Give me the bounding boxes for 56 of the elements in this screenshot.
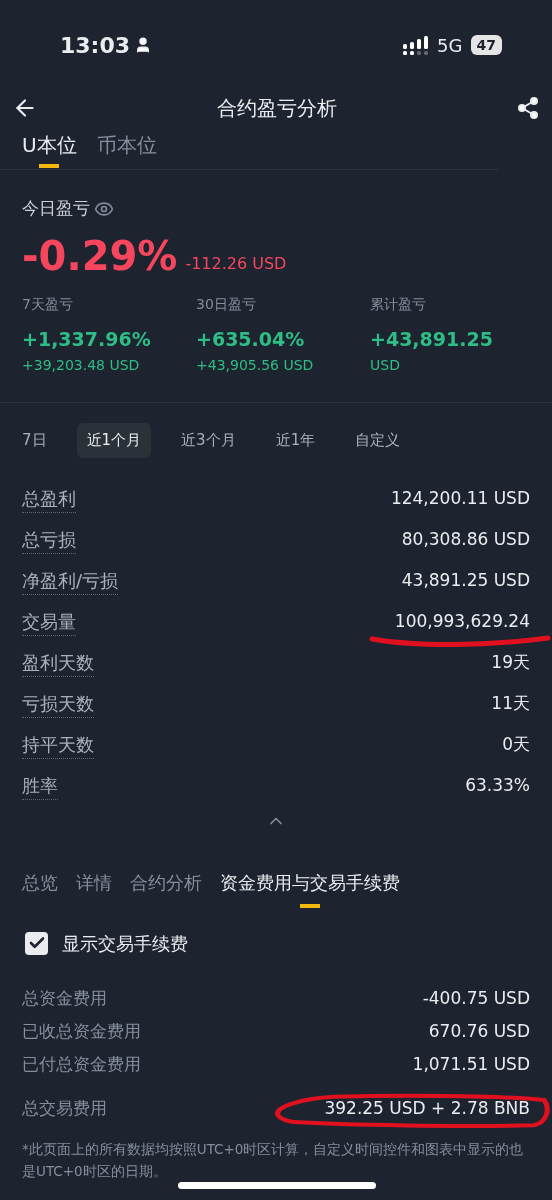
fee-label: 已付总资金费用 [22,1053,141,1077]
summary-label: 30日盈亏 [196,294,256,314]
stat-value: 43,891.25 USD [401,569,530,593]
stat-value: 100,993,629.24 [394,610,530,634]
stat-label: 净盈利/亏损 [22,567,119,595]
stat-value: 19天 [491,651,530,675]
section-tab[interactable]: 详情 [76,868,112,908]
summary-label: 累计盈亏 [370,294,426,314]
section-tab[interactable]: 总览 [22,868,58,908]
today-pnl-label: 今日盈亏 [22,197,90,220]
summary-sub: +43,905.56 USD [196,356,315,375]
section-tab[interactable]: 资金费用与交易手续费 [220,868,400,908]
summary-value: +1,337.96% [22,326,152,352]
section-tab[interactable]: 合约分析 [130,868,202,908]
period-tab[interactable]: 近3个月 [171,423,246,458]
summary-label: 7天盈亏 [22,294,73,314]
summary-value: +635.04% [196,326,306,352]
battery-indicator: 47 [470,35,502,55]
checkbox[interactable] [25,931,48,955]
summary-value: +43,891.25 [370,326,494,352]
period-tab[interactable]: 7日 [12,423,57,458]
today-pnl-percent: -0.29% [22,231,178,280]
stat-label: 盈利天数 [22,649,94,677]
share-icon[interactable] [516,96,540,120]
fee-value: 392.25 USD + 2.78 BNB [324,1096,530,1120]
stat-value: 0天 [502,733,530,757]
network-label: 5G [437,33,463,58]
checkbox-label: 显示交易手续费 [62,931,188,956]
unit-tab[interactable]: 币本位 [96,126,157,169]
period-tab[interactable]: 自定义 [345,423,411,458]
today-pnl-amount: -112.26 USD [185,252,287,275]
fee-value: 1,071.51 USD [412,1053,530,1077]
stat-label: 亏损天数 [22,690,94,718]
stat-value: 80,308.86 USD [401,528,530,552]
stat-value: 124,200.11 USD [390,487,530,511]
summary-sub: +39,203.48 USD [22,356,141,375]
page-title: 合约盈亏分析 [217,95,337,122]
fee-label: 总资金费用 [22,987,107,1011]
period-tab[interactable]: 近1年 [265,423,326,458]
stat-label: 总亏损 [22,526,76,554]
unit-tab[interactable]: U本位 [22,126,77,169]
fee-value: -400.75 USD [422,987,530,1011]
fee-label: 已收总资金费用 [22,1020,141,1044]
stat-label: 胜率 [22,772,58,800]
period-tab[interactable]: 近1个月 [76,423,152,458]
status-time: 13:03 [60,31,131,60]
stat-value: 63.33% [465,774,530,798]
stat-label: 交易量 [22,608,76,636]
stat-label: 持平天数 [22,731,94,759]
fee-value: 670.76 USD [428,1020,530,1044]
summary-sub: USD [370,356,401,375]
stat-label: 总盈利 [22,485,76,513]
stat-value: 11天 [491,692,530,716]
fee-label: 总交易费用 [22,1096,107,1120]
footnote: *此页面上的所有数据均按照UTC+0时区计算，自定义时间控件和图表中显示的也是UTC+0时区的日期。 [21,1139,525,1181]
signal-icon [403,35,430,55]
